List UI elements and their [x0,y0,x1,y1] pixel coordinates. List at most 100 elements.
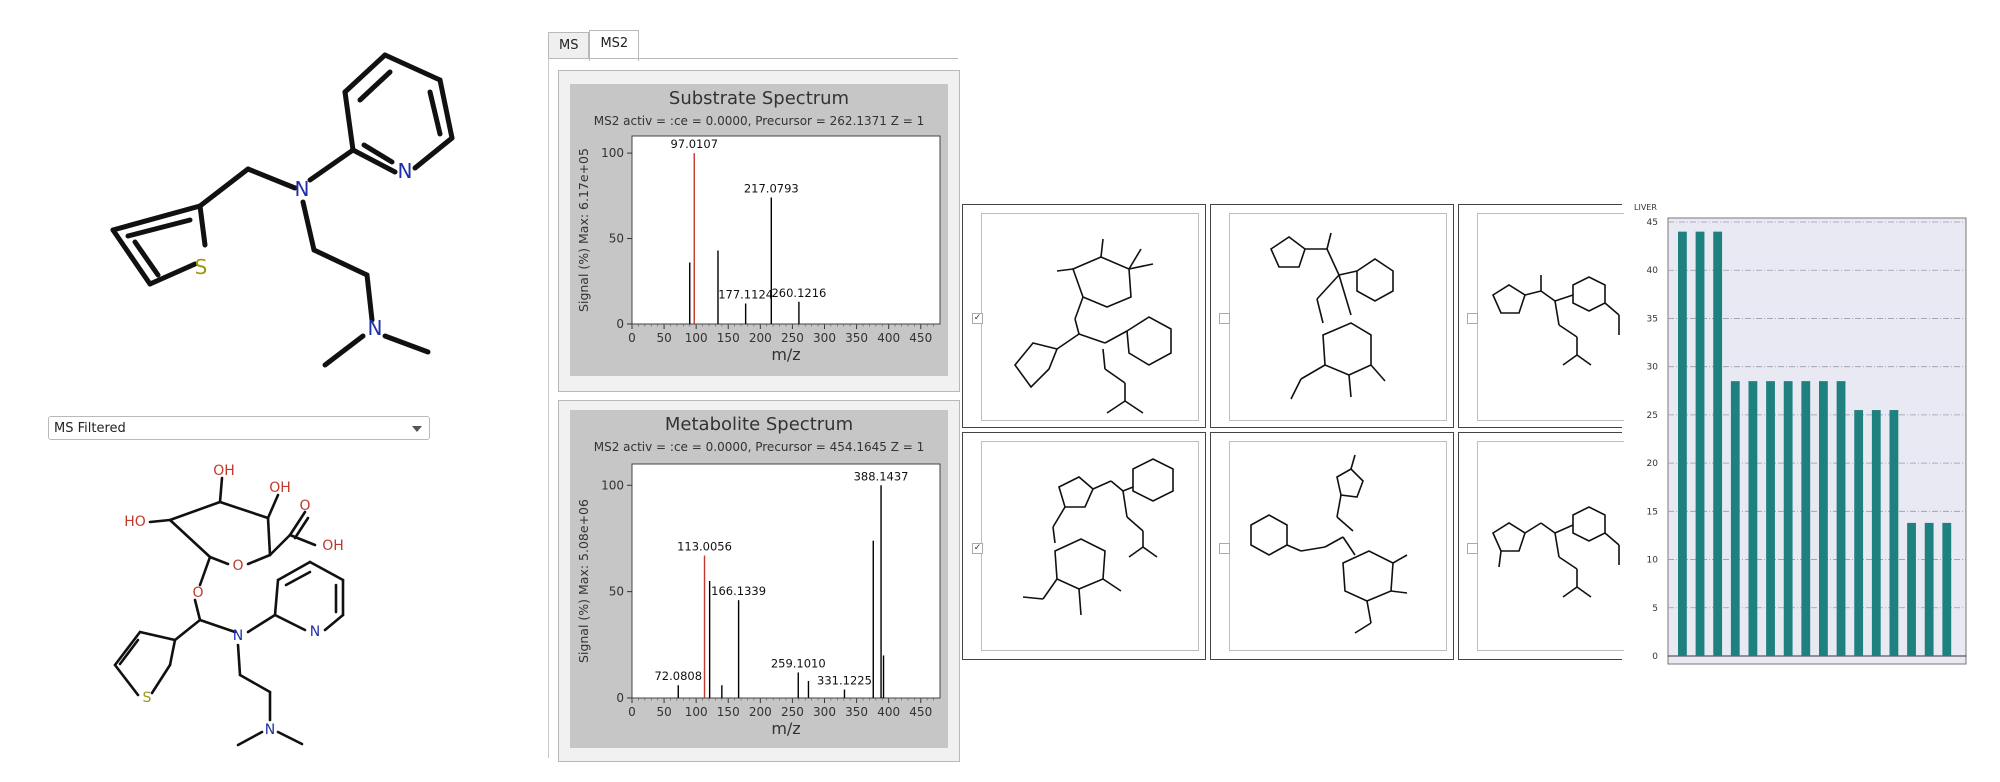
chart-bar [1801,381,1811,656]
substrate-x-tick-label: 100 [685,331,708,345]
atom-label: O [192,585,203,601]
chart-y-tick-label: 10 [1647,556,1659,566]
candidate-structure-image [1022,458,1174,616]
chart-bar [1836,381,1846,656]
chart-bar [1766,381,1775,656]
metabolite-peak-label: 331.1225 [817,673,872,687]
substrate-structure-image: N N S N [110,52,455,368]
candidate-cell[interactable]: ✓ [962,432,1206,660]
metabolite-x-tick-label: 350 [845,705,868,719]
ms-filter-dropdown[interactable]: MS Filtered [48,416,430,440]
candidate-checkbox[interactable]: ✓ [972,543,983,554]
atom-label: N [265,722,275,738]
metabolite-x-tick-label: 250 [781,705,804,719]
chart-y-tick-label: 35 [1647,314,1658,324]
chart-bar [1748,381,1758,656]
atom-label: O [232,558,243,574]
candidate-structure-image [1491,506,1620,598]
metabolite-x-tick-label: 450 [909,705,932,719]
atom-label: N [398,159,413,183]
metabolite-x-tick-label: 150 [717,705,740,719]
chart-bar [1783,381,1793,656]
substrate-spectrum-panel[interactable]: Substrate Spectrum MS2 activ = :ce = 0.0… [570,84,948,376]
substrate-x-tick-label: 250 [781,331,804,345]
spectrum-tabs: MS MS2 [548,30,640,61]
metabolite-spectrum-panel[interactable]: Metabolite Spectrum MS2 activ = :ce = 0.… [570,410,948,748]
substrate-peak-label: 97.0107 [670,137,718,151]
atom-label: N [295,177,310,201]
metabolite-peak-label: 388.1437 [854,469,909,483]
chart-bar [1907,522,1916,656]
metabolite-x-tick-label: 100 [685,705,708,719]
candidate-checkbox[interactable] [1219,313,1230,324]
candidate-cell[interactable] [1210,204,1454,428]
chart-y-tick-label: 45 [1647,218,1658,228]
tab-ms[interactable]: MS [548,32,590,59]
atom-label: N [310,624,320,640]
atom-label: OH [322,538,344,554]
candidate-checkbox[interactable]: ✓ [972,313,983,324]
chart-y-tick-label: 40 [1647,266,1659,276]
chart-bar [1695,231,1705,656]
tab-body-border [548,58,549,758]
metabolite-peak-label: 72.0808 [654,669,702,683]
chart-y-tick-label: 25 [1647,411,1658,421]
chart-bar [1819,381,1828,656]
substrate-x-tick-label: 350 [845,331,868,345]
atom-label: HO [124,514,146,530]
metabolite-x-axis-label: m/z [771,719,800,738]
atom-label: S [143,690,152,706]
substrate-y-tick-label: 50 [609,232,624,246]
chart-bar [1678,231,1687,656]
metabolite-y-tick-label: 50 [609,585,624,599]
metabolite-spectrum-plot: 0 50 100 150 200 250 300 350 400 450 0 50 100 m/z Sign… [576,463,941,738]
atom-label: S [195,255,208,279]
substrate-y-tick-label: 100 [601,146,624,160]
metabolite-y-tick-label: 100 [601,478,624,492]
chart-plot-area [1667,217,1967,665]
tab-ms2[interactable]: MS2 [589,30,640,61]
metabolite-peak-label: 113.0056 [677,539,732,553]
substrate-x-tick-label: 150 [717,331,740,345]
metabolite-x-tick-label: 200 [749,705,772,719]
ms-filter-dropdown-value: MS Filtered [54,420,126,436]
candidate-checkbox[interactable] [1219,543,1230,554]
substrate-x-tick-label: 0 [628,331,636,345]
substrate-x-axis-label: m/z [771,345,800,364]
chart-y-tick-label: 5 [1652,604,1658,614]
chart-bar [1889,410,1899,656]
substrate-x-tick-label: 450 [909,331,932,345]
candidate-cell[interactable] [1210,432,1454,660]
candidate-structure-image [1013,238,1172,414]
substrate-peak-label: 177.1124 [718,287,773,301]
metabolite-structure-image: OH OH HO OH O O O N N S N [113,463,345,747]
chart-bar [1713,231,1723,656]
chart-y-tick-label: 20 [1647,459,1659,469]
chart-y-tick-label: 30 [1647,363,1659,373]
metabolite-x-tick-label: 400 [877,705,900,719]
chart-bar [1854,410,1864,656]
candidate-checkbox[interactable] [1467,543,1478,554]
substrate-y-axis-label: Signal (%) Max: 6.17e+05 [576,148,591,312]
candidate-cell[interactable]: ✓ [962,204,1206,428]
candidate-structure-image [1491,275,1620,366]
substrate-spectrum-plot: 0 50 100 150 200 250 300 350 400 450 0 50 100 m/z Sign… [576,135,941,364]
chart-bar [1942,522,1952,656]
tab-divider [548,58,958,59]
chart-bar [1924,522,1934,656]
candidate-checkbox[interactable] [1467,313,1478,324]
metabolite-x-tick-label: 50 [656,705,671,719]
candidate-cell[interactable] [1458,432,1624,660]
metabolite-peak-label: 259.1010 [771,656,826,670]
candidate-cell[interactable] [1458,204,1624,428]
atom-label: OH [213,463,235,479]
substrate-x-tick-label: 300 [813,331,836,345]
candidate-structure-image [1250,454,1408,634]
chevron-down-icon [412,426,422,432]
substrate-x-tick-label: 400 [877,331,900,345]
substrate-peak-label: 217.0793 [744,182,799,196]
candidate-structure-image [1269,232,1394,400]
atom-label: N [233,628,243,644]
chart-title: LIVER [1634,203,1657,212]
chart-y-tick-label: 0 [1652,652,1658,662]
